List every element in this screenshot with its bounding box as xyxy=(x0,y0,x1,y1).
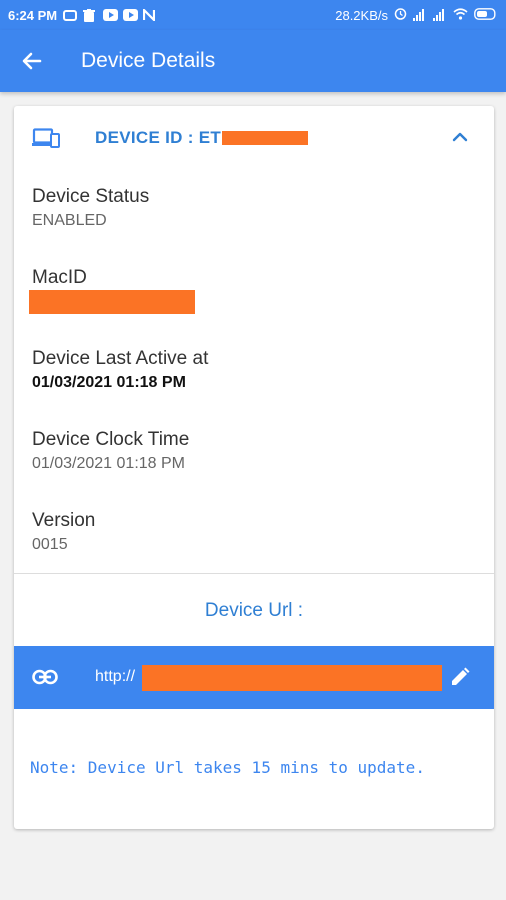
device-url-bar: http:// xyxy=(14,646,494,709)
redacted-mac-id xyxy=(29,290,195,314)
device-url-heading: Device Url : xyxy=(204,600,304,621)
device-status-value: ENABLED xyxy=(32,212,107,229)
wifi-icon xyxy=(453,7,468,23)
youtube-icon xyxy=(103,9,119,21)
last-active-label: Device Last Active at xyxy=(32,348,209,369)
chevron-up-icon[interactable] xyxy=(452,130,468,148)
link-icon xyxy=(32,666,58,693)
edit-pencil-icon[interactable] xyxy=(448,665,472,694)
battery-icon xyxy=(474,7,498,23)
device-id-label: DEVICE ID : ET xyxy=(95,128,222,147)
divider xyxy=(14,573,494,574)
last-active-value: 01/03/2021 01:18 PM xyxy=(32,374,186,391)
trash-icon xyxy=(83,9,97,22)
redacted-device-url xyxy=(142,665,442,691)
network-speed: 28.2KB/s xyxy=(335,7,388,23)
youtube-icon xyxy=(123,9,139,21)
device-card: DEVICE ID : ET Device Status ENABLED Mac… xyxy=(14,106,494,829)
app-bar: Device Details xyxy=(0,30,506,92)
devices-icon xyxy=(32,128,60,153)
arrow-left-icon xyxy=(22,52,42,70)
clock-time-value: 01/03/2021 01:18 PM xyxy=(32,455,186,472)
signal-icon xyxy=(433,9,447,21)
clock-time-label: Device Clock Time xyxy=(32,429,190,450)
status-bar: 6:24 PM 28.2KB/s xyxy=(0,0,506,30)
status-time: 6:24 PM xyxy=(8,7,58,23)
device-status-label: Device Status xyxy=(32,186,150,207)
page-title: Device Details xyxy=(81,49,216,72)
device-url-note: Note: Device Url takes 15 mins to update… xyxy=(30,758,425,777)
n-icon xyxy=(143,7,157,23)
message-icon xyxy=(63,9,78,21)
device-url-text: http:// xyxy=(95,668,136,685)
version-value: 0015 xyxy=(32,536,68,553)
mac-id-label: MacID xyxy=(32,267,87,288)
redacted-device-id xyxy=(222,131,308,145)
alarm-icon xyxy=(394,7,407,23)
back-button[interactable] xyxy=(0,30,64,92)
signal-icon xyxy=(413,9,427,21)
device-card-header[interactable]: DEVICE ID : ET xyxy=(14,106,494,168)
version-label: Version xyxy=(32,510,96,531)
